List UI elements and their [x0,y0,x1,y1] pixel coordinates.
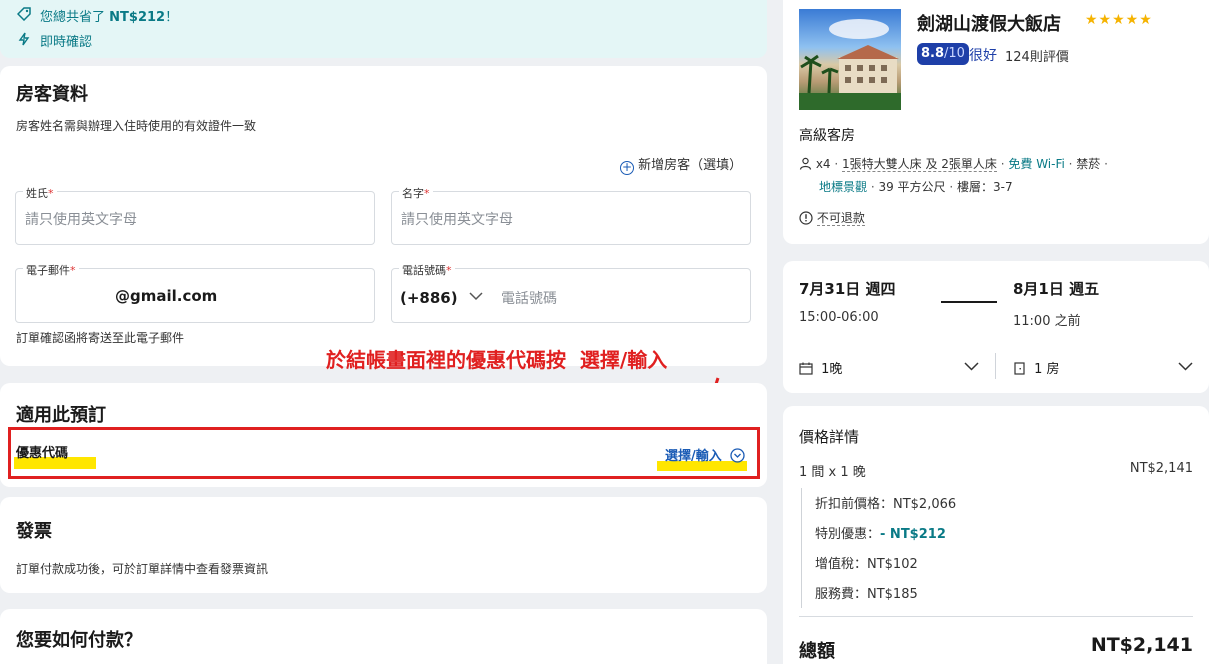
price-line-label: 1 間 x 1 晚 [799,465,866,480]
refund-policy: 不可退款 [799,209,865,228]
hotel-photo [799,9,901,110]
promo-select-button[interactable]: 選擇/輸入 [665,445,745,467]
email-note: 訂單確認函將寄送至此電子郵件 [16,331,185,345]
total-label: 總額 [799,641,835,662]
view-info: 地標景觀 [819,180,868,194]
savings-amount: NT$212 [109,10,166,25]
rooms-select[interactable]: 1 房 [1013,358,1193,379]
payment-title: 您要如何付款？ [16,630,142,651]
date-separator [941,301,997,303]
price-title: 價格詳情 [799,428,860,446]
hotel-card: 劍湖山渡假大飯店 ★★★★★ 8.8/10 很好 124則評價 高級客房 x4 … [783,0,1209,244]
chevron-down-icon [1178,360,1193,375]
nights-select[interactable]: 1晚 [799,358,979,379]
wifi-info: 免費 Wi-Fi [1008,157,1065,171]
first-name-placeholder: 請只使用英文字母 [401,212,513,228]
dates-card: 7月31日 週四 15:00-06:00 8月1日 週五 11:00 之前 1晚… [783,261,1209,393]
invoice-title: 發票 [16,521,52,542]
annotation-text: 於結帳畫面裡的優惠代碼按 選擇/輸入 [326,348,668,372]
invoice-text: 訂單付款成功後，可於訂單詳情中查看發票資訊 [16,562,269,576]
savings-text: 您總共省了 [40,10,106,25]
email-label: 電子郵件 [26,264,70,277]
guest-count: x4 [815,157,831,171]
savings-banner: 您總共省了 NT$212！ 即時確認 [0,0,767,58]
price-line-total: NT$2,141 [1129,461,1193,476]
add-guest-button[interactable]: + 新增房客（選填） [620,154,742,175]
first-name-field[interactable]: 名字* 請只使用英文字母 [391,185,751,245]
chevron-down-icon [469,287,483,305]
last-name-placeholder: 請只使用英文字母 [25,212,137,228]
score-badge: 8.8/10 [917,43,969,65]
phone-label: 電話號碼 [402,264,446,277]
checkout-time: 11:00 之前 [1013,314,1081,329]
discount-label: 特別優惠： [815,527,881,542]
instant-confirm: 即時確認 [40,35,93,50]
checkin-time: 15:00-06:00 [799,310,879,325]
original-price: 折扣前價格：NT$2,066 [815,497,957,512]
total-divider [799,616,1193,617]
price-card: 價格詳情 1 間 x 1 晚 NT$2,141 折扣前價格：NT$2,066 特… [783,406,1209,664]
person-icon [799,157,812,173]
star-rating-icon: ★★★★★ [1085,12,1153,28]
country-code-value: (+886) [400,289,458,307]
room-features-line1: x4 · 1張特大雙人床 及 2張單人床 · 免費 Wi-Fi · 禁菸 · [799,155,1108,173]
phone-field[interactable]: 電話號碼* (+886) 電話號碼 [391,262,751,323]
score-max: /10 [944,46,965,61]
score-value: 8.8 [921,46,945,61]
service-price: 服務費：NT$185 [815,587,918,602]
phone-placeholder: 電話號碼 [501,291,557,307]
add-guest-label: 新增房客（選填） [638,158,743,173]
first-name-label: 名字 [402,187,424,200]
vat-price: 增值稅：NT$102 [815,557,918,572]
door-icon [1013,362,1026,379]
chevron-circle-icon [730,448,745,467]
info-circle-icon [799,211,813,228]
bolt-icon [18,31,30,46]
rating-word: 很好 [969,48,997,64]
nights-value: 1晚 [821,362,843,377]
select-divider [995,353,996,379]
room-type: 高級客房 [799,128,855,144]
tag-icon [16,6,31,22]
plus-circle-icon: + [620,160,634,175]
floor-info: 樓層：3-7 [957,180,1013,194]
room-features-line2: 地標景觀 · 39 平方公尺 · 樓層：3-7 [819,180,1013,194]
refund-text: 不可退款 [816,211,865,226]
checkout-date: 8月1日 週五 [1013,280,1100,298]
review-count: 124則評價 [1005,50,1069,65]
discount-row: 特別優惠：- NT$212 [815,523,946,542]
chevron-down-icon [964,360,979,375]
guest-details-card: 房客資料 房客姓名需與辦理入住時使用的有效證件一致 + 新增房客（選填） 姓氏*… [0,66,767,366]
invoice-card: 發票 訂單付款成功後，可於訂單詳情中查看發票資訊 [0,497,767,593]
email-value: @gmail.com [115,287,218,305]
country-code-select[interactable]: (+886) [400,287,483,307]
promo-action-label: 選擇/輸入 [665,449,722,464]
rooms-value: 1 房 [1034,362,1060,377]
size-info: 39 平方公尺 [878,180,946,194]
promo-card: 適用此預訂 優惠代碼 選擇/輸入 [0,383,767,487]
promo-label: 優惠代碼 [16,446,69,461]
guest-title: 房客資料 [16,84,88,105]
email-field[interactable]: 電子郵件* @gmail.com [15,262,375,323]
last-name-label: 姓氏 [26,187,48,200]
promo-highlight-box [8,427,760,479]
hotel-name: 劍湖山渡假大飯店 [917,14,1061,35]
discount-value: - NT$212 [880,527,946,542]
checkin-date: 7月31日 週四 [799,280,896,298]
smoking-info: 禁菸 [1076,157,1101,171]
savings-suffix: ！ [165,10,179,25]
promo-title: 適用此預訂 [16,405,106,426]
guest-subtitle: 房客姓名需與辦理入住時使用的有效證件一致 [16,119,257,133]
payment-card: 您要如何付款？ [0,609,767,664]
bed-info: 1張特大雙人床 及 2張單人床 [842,157,997,172]
calendar-icon [799,362,813,379]
total-value: NT$2,141 [1090,634,1193,656]
last-name-field[interactable]: 姓氏* 請只使用英文字母 [15,185,375,245]
price-breakdown-rule [801,488,802,608]
